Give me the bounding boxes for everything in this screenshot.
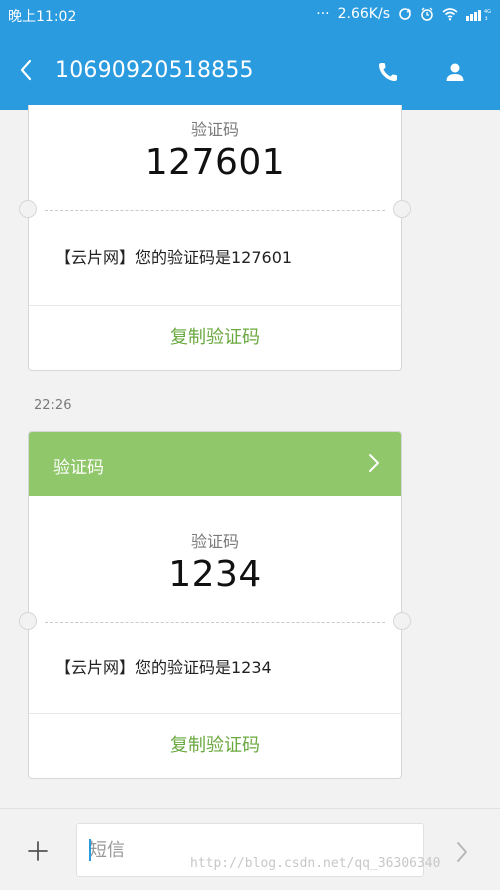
code-label: 验证码 bbox=[190, 532, 239, 551]
phone-icon[interactable] bbox=[376, 60, 400, 84]
divider bbox=[19, 612, 411, 630]
card-header[interactable]: 验证码 bbox=[29, 432, 401, 496]
divider bbox=[19, 200, 411, 218]
dots-icon: ··· bbox=[316, 6, 330, 22]
plus-icon[interactable] bbox=[27, 840, 49, 862]
wifi-icon bbox=[442, 8, 458, 21]
text-caret bbox=[89, 839, 91, 861]
back-icon[interactable] bbox=[16, 56, 38, 84]
sms-input[interactable] bbox=[76, 823, 424, 877]
sync-icon bbox=[399, 8, 412, 20]
message-card: 验证码 验证码 1234 【云片网】您的验证码是1234 复制验证码 bbox=[19, 431, 411, 779]
svg-text:4G: 4G bbox=[484, 9, 491, 15]
page-title: 10690920518855 bbox=[55, 58, 254, 83]
status-icons: ··· 2.66K/s 4G ↕ bbox=[316, 6, 492, 22]
message-body: 【云片网】您的验证码是1234 bbox=[55, 658, 272, 677]
person-icon[interactable] bbox=[443, 60, 467, 84]
ticket-notch bbox=[393, 200, 411, 218]
network-speed: 2.66K/s bbox=[337, 6, 390, 22]
send-icon[interactable] bbox=[454, 839, 470, 865]
card-header-label: 验证码 bbox=[53, 458, 104, 478]
copy-code-button[interactable]: 复制验证码 bbox=[29, 305, 401, 370]
status-time: 晚上11:02 bbox=[8, 9, 77, 25]
code-value: 1234 bbox=[168, 554, 262, 595]
chevron-right-icon bbox=[369, 454, 379, 472]
code-label: 验证码 bbox=[190, 120, 239, 139]
svg-text:↕: ↕ bbox=[484, 16, 488, 21]
message-timestamp: 22:26 bbox=[34, 398, 72, 413]
message-body: 【云片网】您的验证码是127601 bbox=[55, 248, 293, 267]
app-bar: 10690920518855 bbox=[0, 30, 500, 110]
status-bar: 晚上11:02 ··· 2.66K/s 4G ↕ bbox=[0, 0, 500, 30]
composer-bar bbox=[0, 808, 500, 890]
ticket-notch bbox=[19, 612, 37, 630]
signal-icon: 4G↕ bbox=[466, 9, 491, 21]
code-value: 127601 bbox=[144, 142, 286, 183]
alarm-icon bbox=[421, 7, 433, 21]
copy-code-button[interactable]: 复制验证码 bbox=[29, 713, 401, 778]
ticket-notch bbox=[393, 612, 411, 630]
message-card: 验证码 127601 【云片网】您的验证码是127601 复制验证码 bbox=[19, 105, 411, 371]
ticket-notch bbox=[19, 200, 37, 218]
